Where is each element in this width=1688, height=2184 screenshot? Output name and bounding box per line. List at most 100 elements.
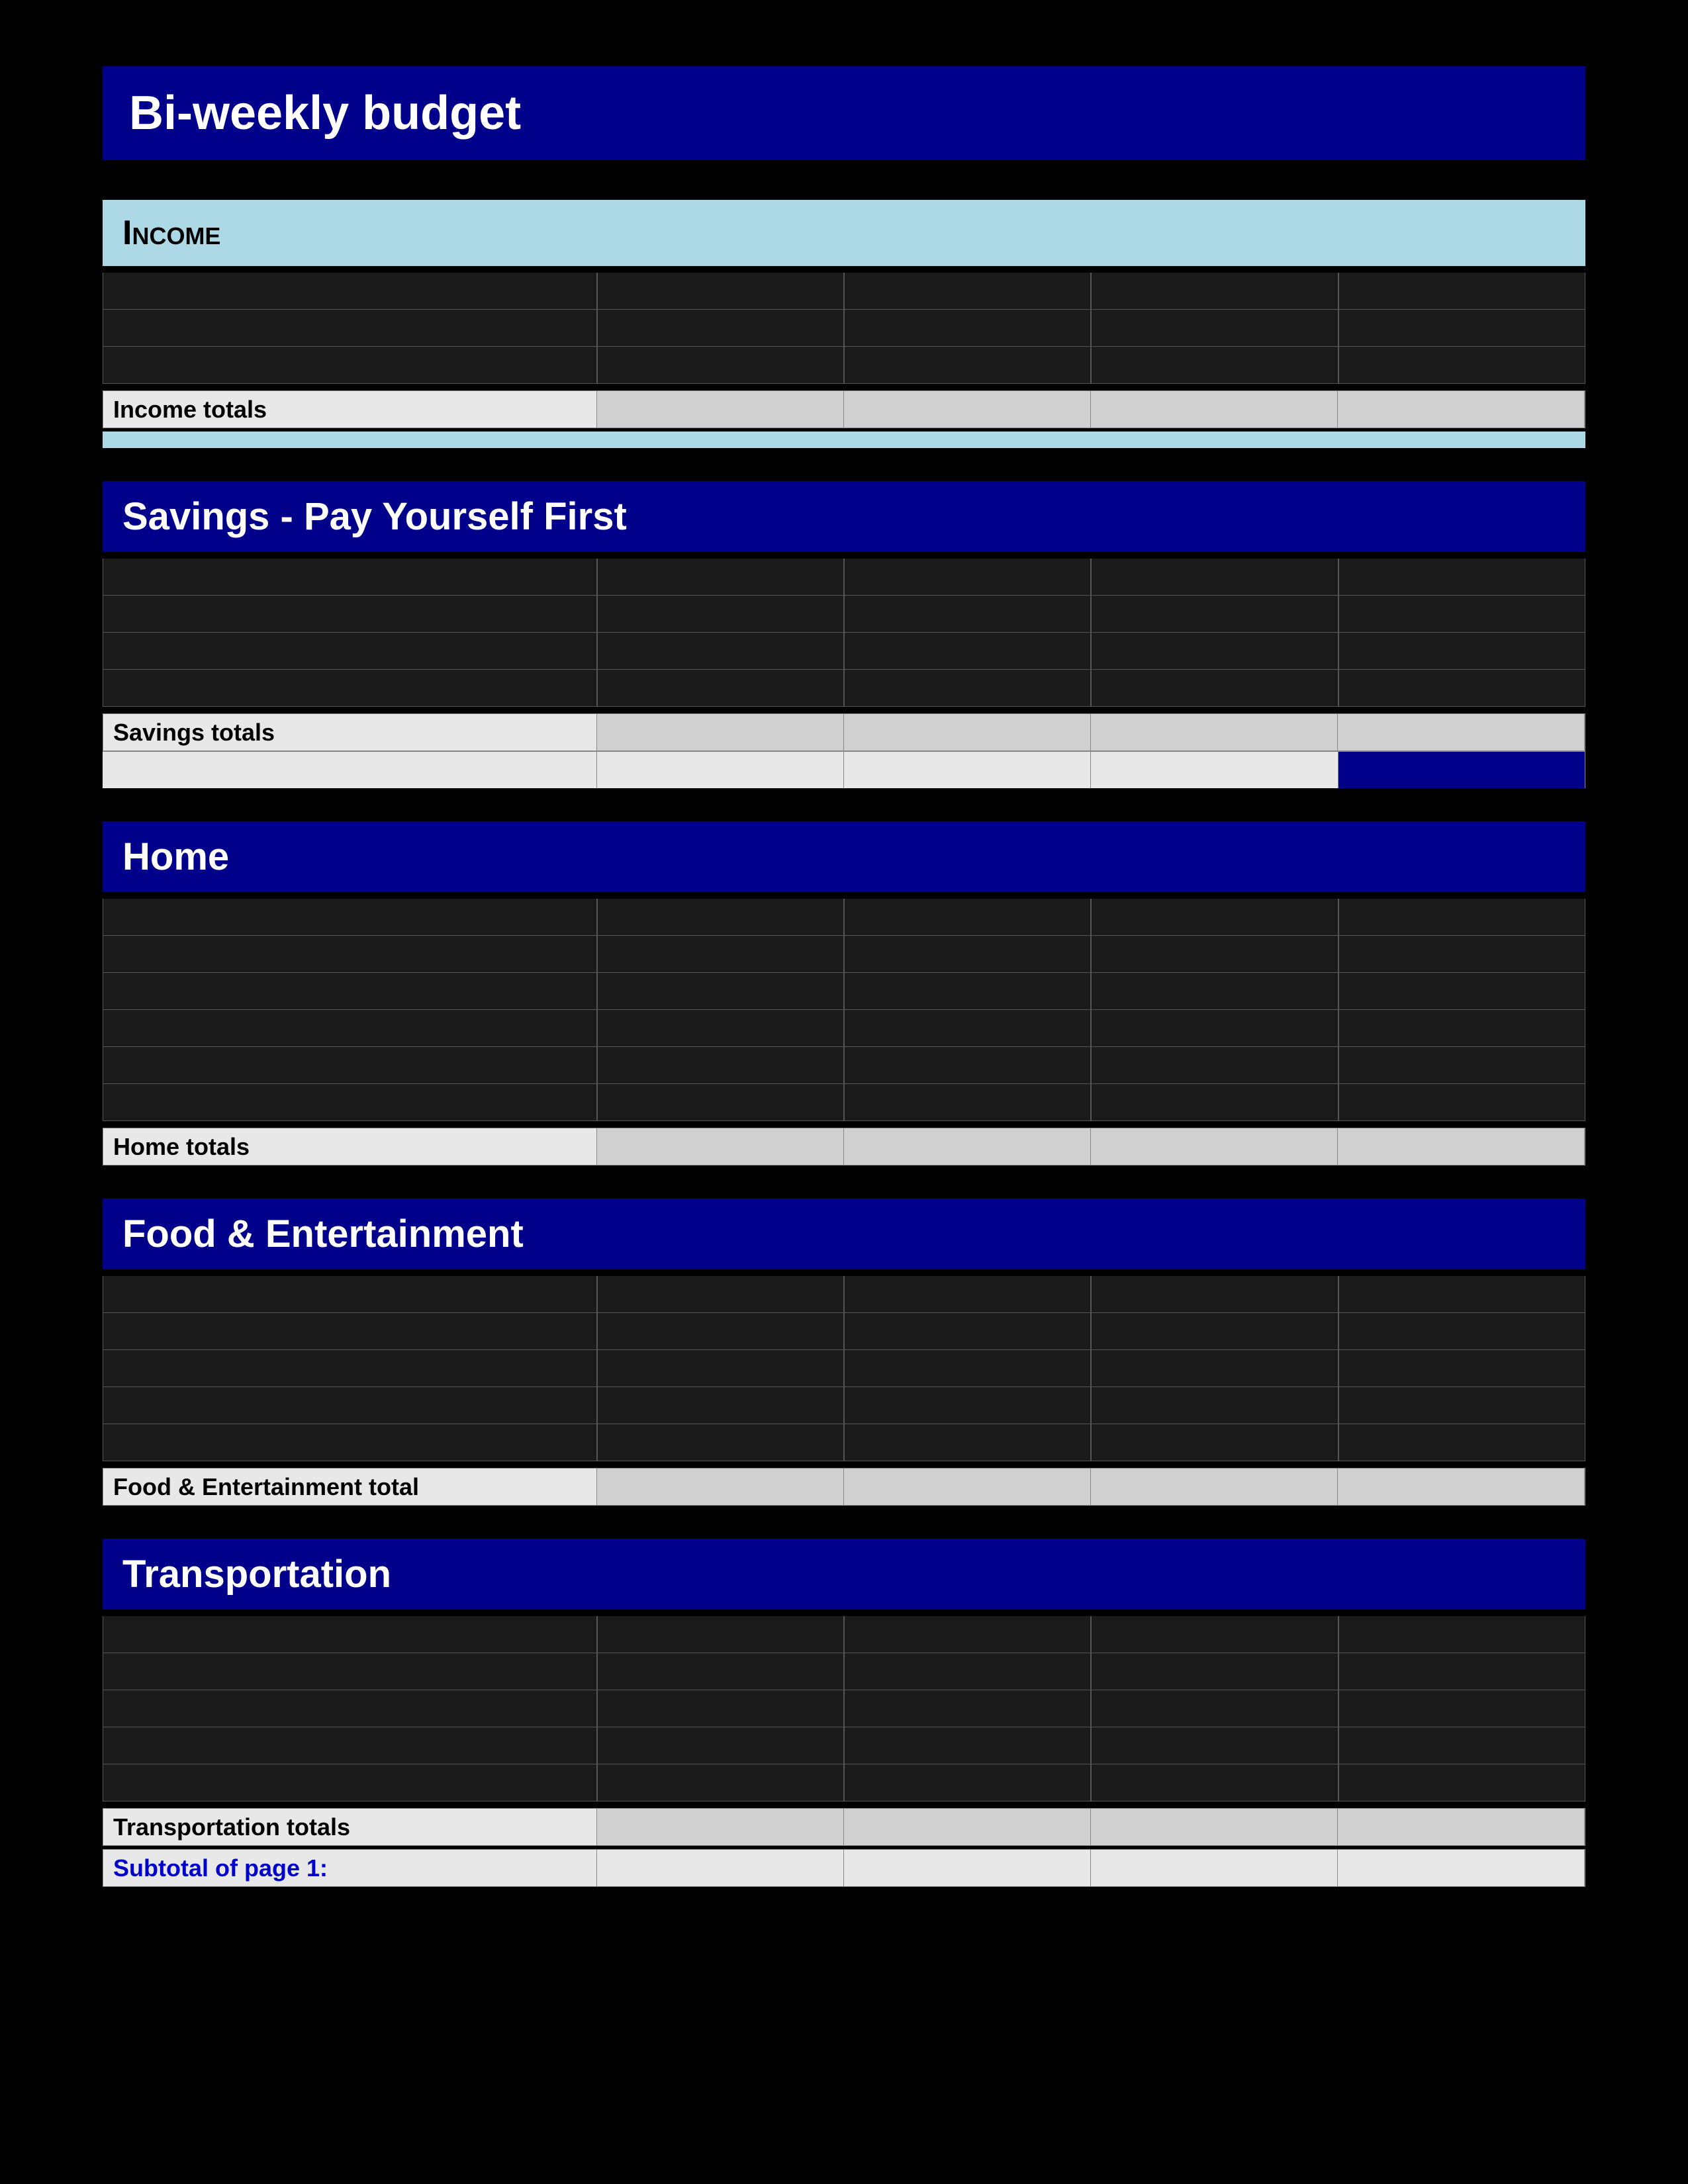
food-row-1-col2[interactable] [844,1276,1091,1312]
income-row-1-col1[interactable] [597,273,844,309]
home-row-1-col3[interactable] [1091,899,1338,935]
savings-row-4-col3[interactable] [1091,670,1338,706]
home-totals-col2[interactable] [844,1128,1091,1165]
trans-row-1-label[interactable] [103,1616,597,1653]
food-row-2-col2[interactable] [844,1313,1091,1349]
trans-row-3-label[interactable] [103,1690,597,1727]
savings-row-4-col4[interactable] [1338,670,1585,706]
subtotal-col3[interactable] [1091,1850,1338,1886]
food-row-2-col4[interactable] [1338,1313,1585,1349]
food-row-5-label[interactable] [103,1424,597,1461]
home-row-1-label[interactable] [103,899,597,935]
transportation-totals-col4[interactable] [1338,1809,1585,1845]
trans-row-4-col2[interactable] [844,1727,1091,1764]
savings-totals-col4[interactable] [1338,714,1585,751]
trans-row-3-col3[interactable] [1091,1690,1338,1727]
savings-row-3-col3[interactable] [1091,633,1338,669]
income-row-1-col2[interactable] [844,273,1091,309]
income-row-3-col4[interactable] [1338,347,1585,383]
trans-row-5-col2[interactable] [844,1764,1091,1801]
savings-totals-col1[interactable] [597,714,844,751]
savings-row-1-col2[interactable] [844,559,1091,595]
income-row-3-label[interactable] [103,347,597,383]
food-row-3-col3[interactable] [1091,1350,1338,1387]
food-row-2-col1[interactable] [597,1313,844,1349]
home-row-5-col1[interactable] [597,1047,844,1083]
food-row-5-col4[interactable] [1338,1424,1585,1461]
food-row-3-col4[interactable] [1338,1350,1585,1387]
food-row-4-col4[interactable] [1338,1387,1585,1424]
home-row-4-col1[interactable] [597,1010,844,1046]
trans-row-5-col1[interactable] [597,1764,844,1801]
transportation-totals-col1[interactable] [597,1809,844,1845]
food-totals-col3[interactable] [1091,1469,1338,1505]
savings-row-4-col2[interactable] [844,670,1091,706]
home-row-4-label[interactable] [103,1010,597,1046]
home-row-4-col3[interactable] [1091,1010,1338,1046]
savings-row-2-col4[interactable] [1338,596,1585,632]
home-row-2-col1[interactable] [597,936,844,972]
savings-row-1-col3[interactable] [1091,559,1338,595]
home-row-2-col2[interactable] [844,936,1091,972]
subtotal-col4[interactable] [1338,1850,1585,1886]
income-totals-col2[interactable] [844,391,1091,428]
trans-row-3-col4[interactable] [1338,1690,1585,1727]
home-row-6-col2[interactable] [844,1084,1091,1120]
home-totals-col1[interactable] [597,1128,844,1165]
home-row-5-col2[interactable] [844,1047,1091,1083]
trans-row-1-col1[interactable] [597,1616,844,1653]
home-row-3-col4[interactable] [1338,973,1585,1009]
income-row-1-col3[interactable] [1091,273,1338,309]
food-row-5-col3[interactable] [1091,1424,1338,1461]
income-row-2-col1[interactable] [597,310,844,346]
home-row-2-col4[interactable] [1338,936,1585,972]
food-row-3-label[interactable] [103,1350,597,1387]
home-row-5-col3[interactable] [1091,1047,1338,1083]
income-row-1-label[interactable] [103,273,597,309]
home-totals-col3[interactable] [1091,1128,1338,1165]
home-row-5-col4[interactable] [1338,1047,1585,1083]
savings-row-3-col4[interactable] [1338,633,1585,669]
subtotal-col2[interactable] [844,1850,1091,1886]
trans-row-2-col4[interactable] [1338,1653,1585,1690]
savings-row-3-col1[interactable] [597,633,844,669]
food-totals-col2[interactable] [844,1469,1091,1505]
home-row-6-col3[interactable] [1091,1084,1338,1120]
food-row-3-col1[interactable] [597,1350,844,1387]
home-row-4-col2[interactable] [844,1010,1091,1046]
income-row-2-col4[interactable] [1338,310,1585,346]
home-row-3-label[interactable] [103,973,597,1009]
savings-row-1-label[interactable] [103,559,597,595]
food-row-5-col1[interactable] [597,1424,844,1461]
savings-row-3-label[interactable] [103,633,597,669]
home-row-6-label[interactable] [103,1084,597,1120]
trans-row-2-label[interactable] [103,1653,597,1690]
trans-row-2-col3[interactable] [1091,1653,1338,1690]
savings-row-2-col1[interactable] [597,596,844,632]
savings-row-1-col4[interactable] [1338,559,1585,595]
home-row-3-col1[interactable] [597,973,844,1009]
trans-row-1-col3[interactable] [1091,1616,1338,1653]
trans-row-4-col3[interactable] [1091,1727,1338,1764]
income-row-1-col4[interactable] [1338,273,1585,309]
income-row-3-col3[interactable] [1091,347,1338,383]
savings-row-4-col1[interactable] [597,670,844,706]
home-row-1-col1[interactable] [597,899,844,935]
income-totals-col3[interactable] [1091,391,1338,428]
food-row-4-col2[interactable] [844,1387,1091,1424]
trans-row-3-col2[interactable] [844,1690,1091,1727]
food-row-1-col1[interactable] [597,1276,844,1312]
trans-row-4-col1[interactable] [597,1727,844,1764]
home-row-6-col4[interactable] [1338,1084,1585,1120]
savings-row-2-col2[interactable] [844,596,1091,632]
home-totals-col4[interactable] [1338,1128,1585,1165]
home-row-3-col3[interactable] [1091,973,1338,1009]
food-row-5-col2[interactable] [844,1424,1091,1461]
food-row-3-col2[interactable] [844,1350,1091,1387]
food-row-1-col4[interactable] [1338,1276,1585,1312]
trans-row-3-col1[interactable] [597,1690,844,1727]
food-row-1-col3[interactable] [1091,1276,1338,1312]
savings-row-1-col1[interactable] [597,559,844,595]
home-row-2-label[interactable] [103,936,597,972]
food-row-4-label[interactable] [103,1387,597,1424]
